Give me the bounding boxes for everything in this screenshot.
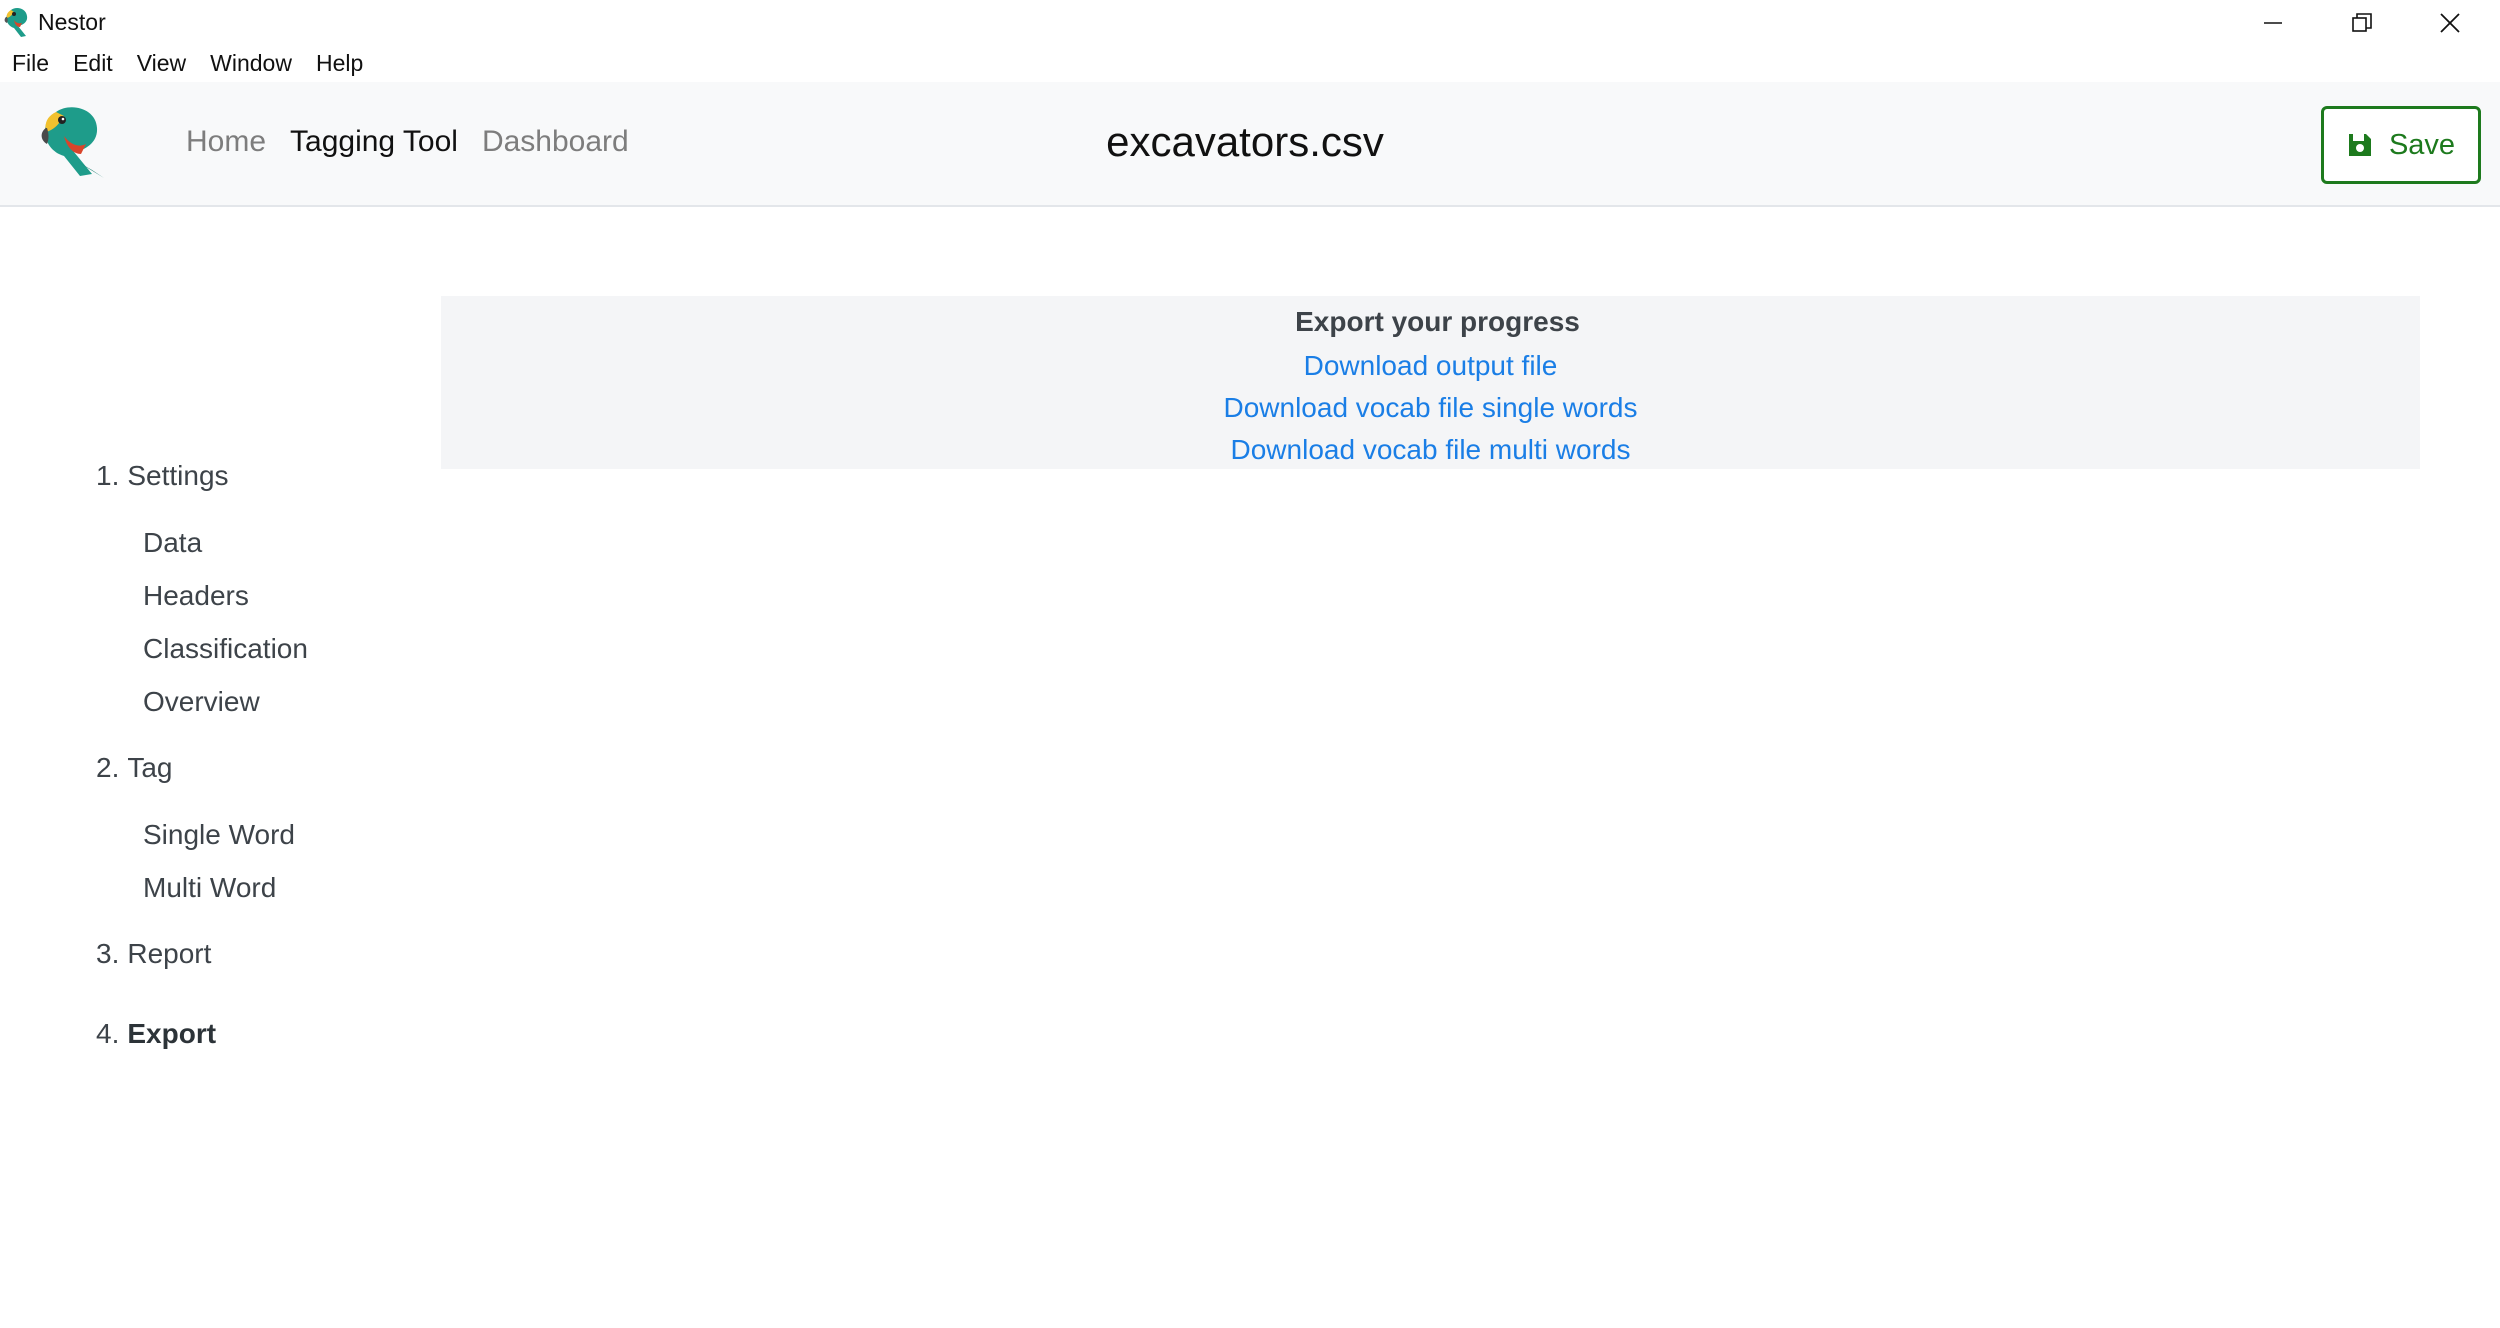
step-label: Report (127, 938, 212, 969)
download-vocab-multi-link[interactable]: Download vocab file multi words (441, 434, 2420, 466)
menu-view[interactable]: View (125, 45, 198, 82)
step-label: Tag (127, 752, 173, 783)
close-button[interactable] (2405, 0, 2495, 45)
step-number: 4. (96, 1018, 120, 1049)
step-label: Export (127, 1018, 217, 1049)
step-tag[interactable]: 2. Tag (96, 752, 173, 784)
menu-bar: File Edit View Window Help (0, 45, 2500, 82)
step-settings[interactable]: 1. Settings (96, 460, 229, 492)
step-number: 1. (96, 460, 120, 491)
substep-classification[interactable]: Classification (143, 633, 308, 665)
menu-edit[interactable]: Edit (61, 45, 125, 82)
minimize-icon (2264, 21, 2282, 24)
download-output-file-link[interactable]: Download output file (441, 350, 2420, 382)
menu-help[interactable]: Help (304, 45, 375, 82)
substep-overview[interactable]: Overview (143, 686, 260, 718)
restore-icon (2352, 12, 2372, 32)
restore-button[interactable] (2317, 0, 2407, 45)
export-panel: Export your progress Download output fil… (441, 296, 2420, 469)
minimize-button[interactable] (2228, 0, 2318, 45)
substep-headers[interactable]: Headers (143, 580, 249, 612)
step-export[interactable]: 4. Export (96, 1018, 216, 1050)
window-title: Nestor (38, 9, 106, 35)
download-vocab-single-link[interactable]: Download vocab file single words (441, 392, 2420, 424)
export-heading: Export your progress (1295, 306, 1580, 337)
close-icon (2440, 12, 2460, 33)
menu-file[interactable]: File (0, 45, 61, 82)
save-button-label: Save (2388, 128, 2456, 161)
substep-data[interactable]: Data (143, 527, 202, 559)
step-report[interactable]: 3. Report (96, 938, 211, 970)
menu-window[interactable]: Window (198, 45, 304, 82)
parrot-icon (4, 8, 28, 37)
app-header: Home Tagging Tool Dashboard excavators.c… (0, 82, 2500, 207)
page-title: excavators.csv (1106, 118, 1384, 165)
floppy-disk-icon (2348, 134, 2371, 156)
substep-multi-word[interactable]: Multi Word (143, 872, 276, 904)
step-number: 2. (96, 752, 120, 783)
step-label: Settings (127, 460, 229, 491)
substep-single-word[interactable]: Single Word (143, 819, 295, 851)
save-button[interactable]: Save (2321, 106, 2481, 184)
window-titlebar: Nestor (0, 0, 2500, 45)
step-number: 3. (96, 938, 120, 969)
